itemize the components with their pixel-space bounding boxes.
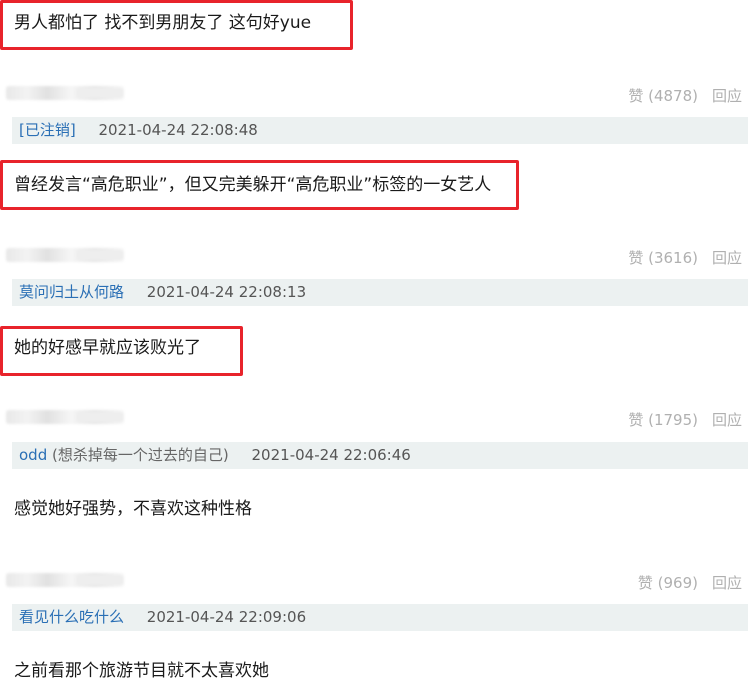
comment-timestamp: 2021-04-24 22:06:46 — [251, 446, 411, 464]
reply-button[interactable]: 回应 — [712, 411, 742, 429]
blurred-avatar-name — [6, 86, 124, 100]
comment-quote: 男人都怕了 找不到男朋友了 这句好yue — [14, 13, 312, 33]
comment-timestamp: 2021-04-24 22:08:13 — [146, 283, 307, 301]
comment-actions: 赞 (1795) 回应 — [628, 409, 742, 430]
comment-quote: 她的好感早就应该败光了 — [14, 338, 201, 358]
comment-meta: 莫问归土从何路 2021-04-24 22:08:13 — [12, 279, 748, 306]
comment-actions: 赞 (3616) 回应 — [628, 247, 742, 268]
username-link[interactable]: 莫问归土从何路 — [19, 283, 124, 301]
reply-button[interactable]: 回应 — [712, 574, 742, 592]
reply-button[interactable]: 回应 — [712, 249, 742, 267]
comment-meta: [已注销] 2021-04-24 22:08:48 — [12, 117, 748, 144]
comment-meta: 看见什么吃什么 2021-04-24 22:09:06 — [12, 604, 748, 631]
comment-timestamp: 2021-04-24 22:09:06 — [146, 608, 307, 626]
comment-quote: 之前看那个旅游节目就不太喜欢她 — [14, 661, 269, 681]
like-button[interactable]: 赞 (4878) — [628, 87, 698, 105]
comment-quote: 感觉她好强势，不喜欢这种性格 — [14, 499, 252, 519]
comment-actions: 赞 (969) 回应 — [638, 572, 742, 593]
comment-actions: 赞 (4878) 回应 — [628, 85, 742, 106]
like-button[interactable]: 赞 (969) — [638, 574, 698, 592]
user-signature: (想杀掉每一个过去的自己) — [52, 446, 229, 464]
blurred-avatar-name — [6, 248, 124, 262]
comment-timestamp: 2021-04-24 22:08:48 — [98, 121, 258, 139]
blurred-avatar-name — [6, 573, 124, 587]
username-link[interactable]: [已注销] — [19, 121, 76, 139]
username-link[interactable]: 看见什么吃什么 — [19, 608, 124, 626]
comment-quote: 曾经发言“高危职业”，但又完美躲开“高危职业”标签的一女艺人 — [14, 175, 492, 195]
reply-button[interactable]: 回应 — [712, 87, 742, 105]
comment-meta: odd (想杀掉每一个过去的自己) 2021-04-24 22:06:46 — [12, 442, 748, 469]
like-button[interactable]: 赞 (3616) — [628, 249, 698, 267]
blurred-avatar-name — [6, 410, 124, 424]
like-button[interactable]: 赞 (1795) — [628, 411, 698, 429]
username-link[interactable]: odd — [19, 446, 47, 464]
